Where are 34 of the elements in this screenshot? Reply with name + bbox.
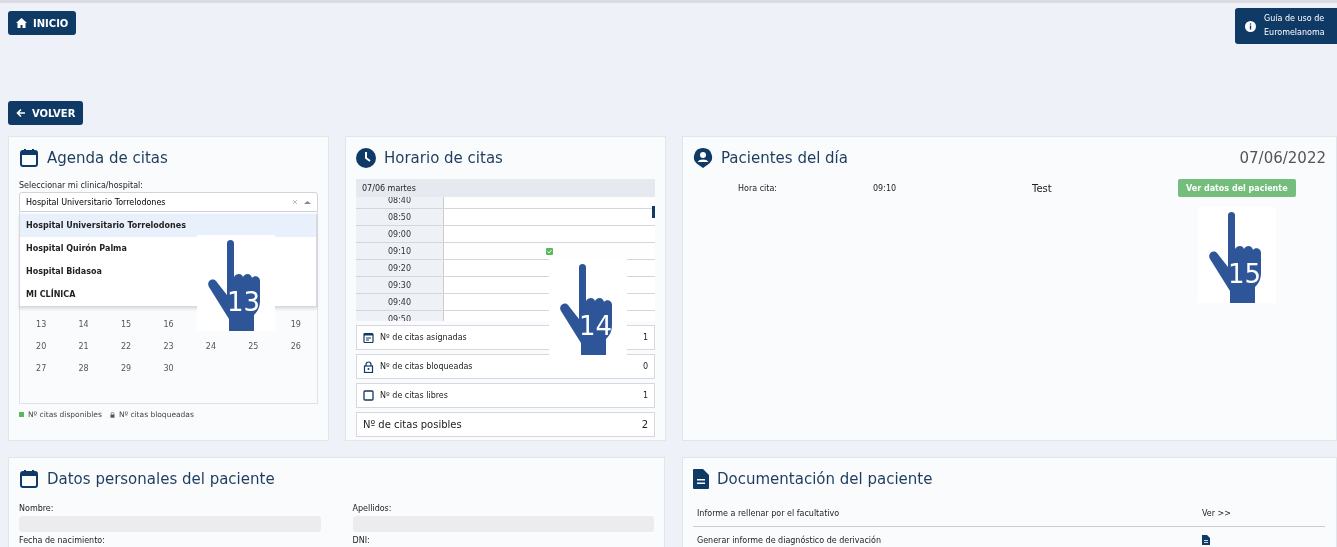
patient-name: Test [1032, 182, 1053, 194]
card-title: Pacientes del día [721, 149, 848, 167]
slot-time: 09:40 [356, 294, 444, 310]
stat-label: Nº de citas asignadas [380, 333, 468, 342]
card-title: Horario de citas [384, 149, 503, 167]
stat-value: 1 [642, 333, 648, 342]
date: 07/06/2022 [1239, 149, 1326, 167]
stat-label: Nº de citas bloqueadas [380, 362, 474, 371]
stat-label: Nº de citas libres [380, 391, 449, 400]
stat-value: 0 [642, 362, 648, 371]
document-label: Informe a rellenar por el facultativo [696, 508, 841, 518]
document-label: Generar informe de diagnóstico de derivación [696, 535, 882, 545]
callout-number: 14 [579, 311, 613, 341]
stat-value: 1 [642, 391, 648, 400]
appointment-time: 09:10 [873, 183, 898, 193]
slot-time: 09:10 [356, 243, 444, 259]
slot-time: 09:00 [356, 226, 444, 242]
slot-time: 08:40 [356, 197, 444, 208]
day-header: 07/06 martes [356, 179, 655, 197]
stat-label: Nº de citas posibles [363, 419, 463, 430]
select-label: Seleccionar mi clinica/hospital: [19, 181, 144, 190]
field-label: Nombre: [19, 504, 55, 513]
stat-value: 2 [641, 419, 648, 430]
field-label: DNI: [352, 536, 371, 545]
card-title: Documentación del paciente [717, 470, 933, 488]
card-title: Agenda de citas [47, 149, 168, 167]
appointment-label: Hora cita: [738, 183, 778, 193]
slot-time: 09:30 [356, 277, 444, 293]
callout-number: 15 [1228, 259, 1262, 289]
slot-time: 08:50 [356, 209, 444, 225]
card-title: Datos personales del paciente [47, 470, 275, 488]
slot-time: 09:20 [356, 260, 444, 276]
field-label: Fecha de nacimiento: [19, 536, 106, 545]
field-label: Apellidos: [352, 504, 393, 513]
